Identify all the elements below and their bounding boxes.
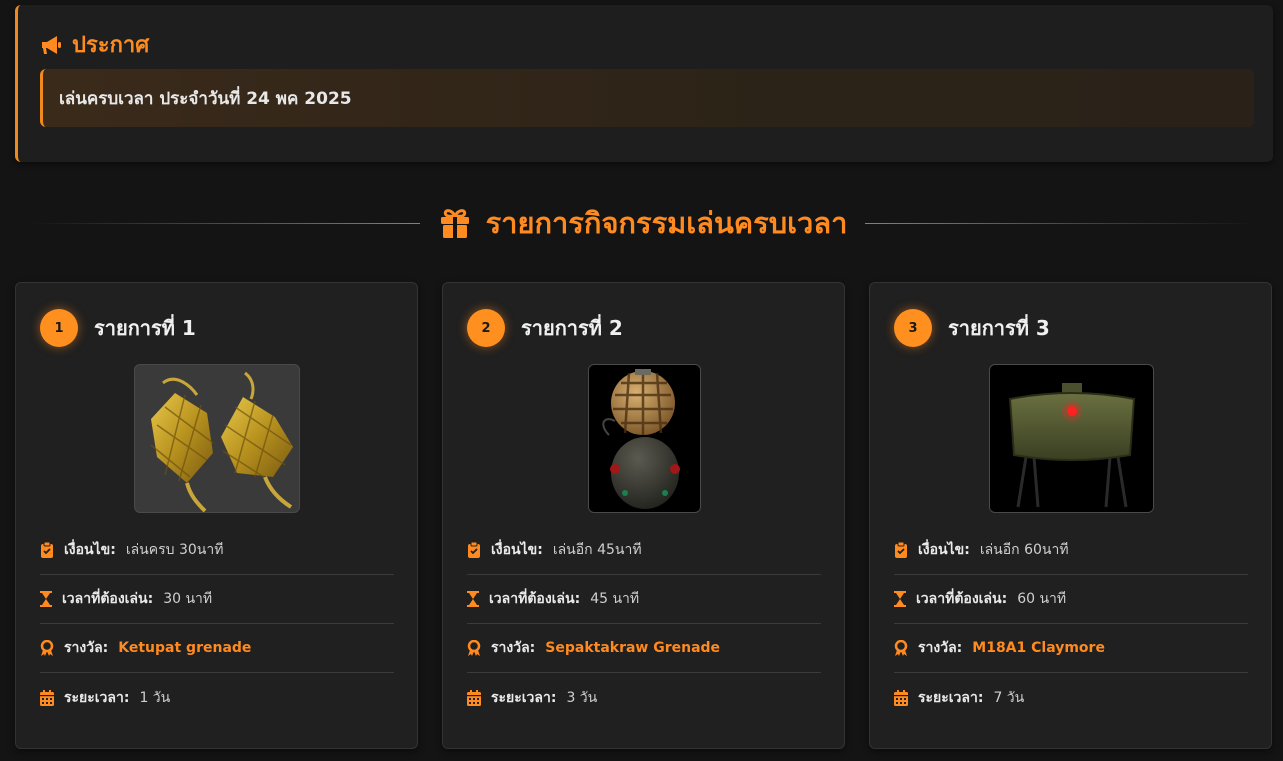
sepaktakraw-grenade-image [588, 364, 701, 513]
card-details: เงื่อนไข: เล่นอีก 45นาที เวลาที่ต้องเล่น… [467, 526, 821, 722]
time-required-label: เวลาที่ต้องเล่น: [916, 591, 1008, 607]
award-icon [40, 640, 54, 656]
reward-value: M18A1 Claymore [972, 640, 1105, 656]
card-number-badge: 2 [467, 309, 505, 347]
duration-value: 1 วัน [139, 689, 171, 706]
announcement-message: เล่นครบเวลา ประจำวันที่ 24 พค 2025 [40, 69, 1254, 127]
condition-value: เล่นอีก 45นาที [552, 542, 642, 558]
card-header: 1 รายการที่ 1 [40, 309, 196, 347]
card-title: รายการที่ 3 [948, 316, 1050, 340]
condition-label: เงื่อนไข: [918, 542, 970, 558]
reward-value: Ketupat grenade [118, 640, 252, 656]
card-number-badge: 1 [40, 309, 78, 347]
duration-row: ระยะเวลา: 7 วัน [894, 673, 1248, 722]
section-title: รายการกิจกรรมเล่นครบเวลา [485, 206, 848, 240]
reward-label: รางวัล: [918, 640, 963, 656]
time-required-value: 60 นาที [1017, 591, 1067, 607]
award-icon [467, 640, 481, 656]
reward-row: รางวัล: Sepaktakraw Grenade [467, 624, 821, 673]
ketupat-grenade-image [134, 364, 300, 513]
time-required-label: เวลาที่ต้องเล่น: [62, 591, 154, 607]
section-title-wrap: รายการกิจกรรมเล่นครบเวลา [420, 200, 866, 246]
time-required-value: 30 นาที [163, 591, 213, 607]
divider-left [30, 222, 420, 224]
activity-card-1: 1 รายการที่ 1 เงื่อนไข: เล่นครบ 30นาที เ… [15, 282, 418, 749]
card-header: 3 รายการที่ 3 [894, 309, 1050, 347]
announcement-panel: ประกาศ เล่นครบเวลา ประจำวันที่ 24 พค 202… [15, 5, 1273, 162]
duration-value: 7 วัน [993, 689, 1025, 706]
clipboard-check-icon [41, 542, 53, 558]
hourglass-icon [467, 591, 479, 607]
calendar-icon [894, 689, 908, 706]
duration-label: ระยะเวลา: [491, 689, 557, 706]
divider-right [865, 222, 1256, 224]
time-required-row: เวลาที่ต้องเล่น: 60 นาที [894, 575, 1248, 624]
clipboard-check-icon [468, 542, 480, 558]
time-required-row: เวลาที่ต้องเล่น: 30 นาที [40, 575, 394, 624]
megaphone-icon [42, 35, 61, 54]
condition-value: เล่นครบ 30นาที [125, 542, 224, 558]
time-required-value: 45 นาที [590, 591, 640, 607]
reward-label: รางวัล: [64, 640, 109, 656]
duration-label: ระยะเวลา: [64, 689, 130, 706]
duration-label: ระยะเวลา: [918, 689, 984, 706]
reward-row: รางวัล: Ketupat grenade [40, 624, 394, 673]
time-required-row: เวลาที่ต้องเล่น: 45 นาที [467, 575, 821, 624]
card-header: 2 รายการที่ 2 [467, 309, 623, 347]
calendar-icon [467, 689, 481, 706]
hourglass-icon [40, 591, 52, 607]
calendar-icon [40, 689, 54, 706]
time-required-label: เวลาที่ต้องเล่น: [489, 591, 581, 607]
gift-icon [440, 209, 469, 238]
clipboard-check-icon [895, 542, 907, 558]
condition-label: เงื่อนไข: [491, 542, 543, 558]
reward-label: รางวัล: [491, 640, 536, 656]
award-icon [894, 640, 908, 656]
reward-value: Sepaktakraw Grenade [545, 640, 721, 656]
condition-row: เงื่อนไข: เล่นครบ 30นาที [40, 526, 394, 575]
announcement-title: ประกาศ [72, 33, 150, 58]
duration-value: 3 วัน [566, 689, 598, 706]
condition-row: เงื่อนไข: เล่นอีก 60นาที [894, 526, 1248, 575]
activity-card-2: 2 รายการที่ 2 เงื่อนไข: เล่นอีก 45นาที เ… [442, 282, 845, 749]
duration-row: ระยะเวลา: 3 วัน [467, 673, 821, 722]
activity-card-3: 3 รายการที่ 3 เงื่อนไข: เล่นอีก 60นาที เ… [869, 282, 1272, 749]
card-title: รายการที่ 1 [94, 316, 196, 340]
duration-row: ระยะเวลา: 1 วัน [40, 673, 394, 722]
hourglass-icon [894, 591, 906, 607]
condition-label: เงื่อนไข: [64, 542, 116, 558]
section-header: รายการกิจกรรมเล่นครบเวลา [30, 198, 1256, 248]
card-title: รายการที่ 2 [521, 316, 623, 340]
card-details: เงื่อนไข: เล่นครบ 30นาที เวลาที่ต้องเล่น… [40, 526, 394, 722]
card-number-badge: 3 [894, 309, 932, 347]
card-details: เงื่อนไข: เล่นอีก 60นาที เวลาที่ต้องเล่น… [894, 526, 1248, 722]
condition-value: เล่นอีก 60นาที [979, 542, 1069, 558]
condition-row: เงื่อนไข: เล่นอีก 45นาที [467, 526, 821, 575]
reward-row: รางวัล: M18A1 Claymore [894, 624, 1248, 673]
claymore-mine-image [989, 364, 1154, 513]
announcement-header: ประกาศ [40, 27, 149, 62]
